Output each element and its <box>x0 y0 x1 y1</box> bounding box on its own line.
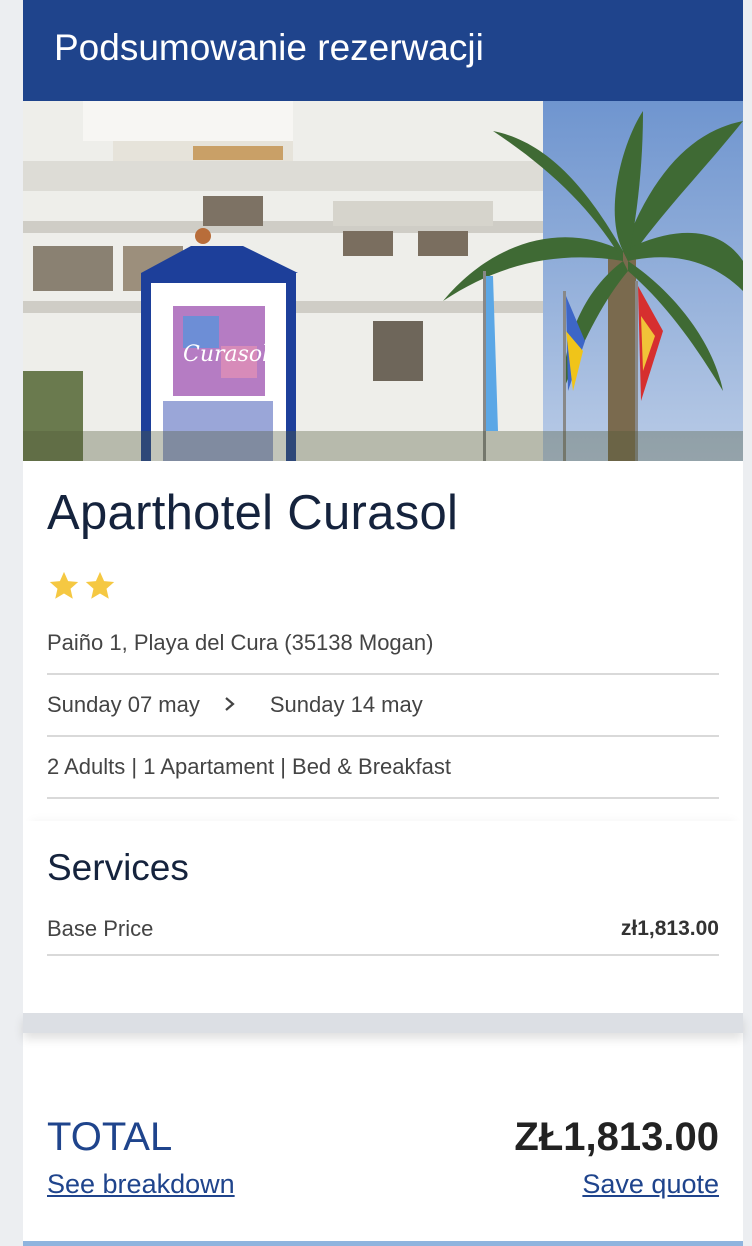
section-divider <box>23 1013 743 1033</box>
chevron-right-icon <box>224 692 236 718</box>
star-rating <box>47 569 719 605</box>
summary-header: Podsumowanie rezerwacji <box>23 0 743 101</box>
total-price: ZŁ1,813.00 <box>514 1115 719 1159</box>
checkout-date: Sunday 14 may <box>269 692 423 717</box>
occupancy-text: 2 Adults | 1 Apartament | Bed & Breakfas… <box>47 754 451 779</box>
total-section: TOTAL ZŁ1,813.00 See breakdown Save quot… <box>23 1033 743 1246</box>
hotel-details: Aparthotel Curasol Paiño 1, Playa del Cu… <box>23 461 743 799</box>
services-title: Services <box>47 847 189 888</box>
svg-text:Curasol: Curasol <box>183 342 269 367</box>
hotel-name: Aparthotel Curasol <box>47 486 459 540</box>
occupancy-info: 2 Adults | 1 Apartament | Bed & Breakfas… <box>47 737 719 799</box>
service-price: zł1,813.00 <box>620 917 719 940</box>
hotel-photo-image: Curasol <box>23 101 743 461</box>
total-label: TOTAL <box>47 1115 173 1159</box>
hotel-photo: Curasol <box>23 101 743 461</box>
bottom-accent-bar <box>23 1241 743 1246</box>
total-row: TOTAL ZŁ1,813.00 <box>47 1113 719 1157</box>
star-icon <box>49 571 79 599</box>
address-text: Paiño 1, Playa del Cura (35138 Mogan) <box>47 630 434 655</box>
summary-title: Podsumowanie rezerwacji <box>54 27 484 68</box>
booking-summary-card: Podsumowanie rezerwacji Curasol Aparthot… <box>23 0 743 1246</box>
hotel-address: Paiño 1, Playa del Cura (35138 Mogan) <box>47 613 719 675</box>
service-row: Base Price zł1,813.00 <box>47 904 719 956</box>
services-section: Services Base Price zł1,813.00 <box>23 821 743 1013</box>
save-quote-link[interactable]: Save quote <box>582 1169 719 1200</box>
total-links: See breakdown Save quote <box>47 1169 719 1200</box>
checkin-date: Sunday 07 may <box>47 692 200 717</box>
see-breakdown-link[interactable]: See breakdown <box>47 1169 235 1200</box>
star-icon <box>85 571 115 599</box>
stay-dates: Sunday 07 may Sunday 14 may <box>47 675 719 737</box>
service-label: Base Price <box>47 916 154 941</box>
